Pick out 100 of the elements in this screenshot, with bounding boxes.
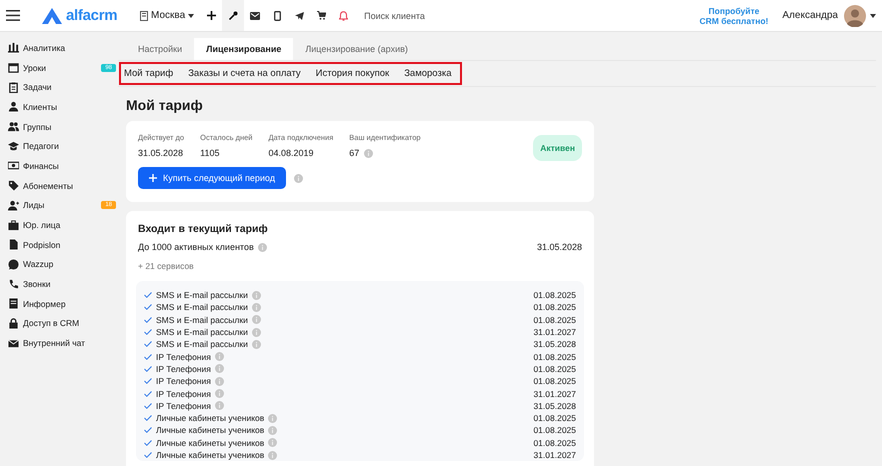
sidebar-item[interactable]: Клиенты: [0, 97, 118, 117]
service-name: IP Телефония: [156, 388, 211, 399]
date-text: 01.08.2025: [533, 364, 576, 374]
service-name: SMS и E-mail рассылки: [156, 314, 248, 325]
info-icon[interactable]: [258, 242, 267, 252]
service-name: Личные кабинеты учеников: [156, 413, 264, 424]
sidebar-item[interactable]: Группы: [0, 116, 118, 136]
tab[interactable]: Лицензирование: [194, 38, 294, 60]
services-count: + 21 сервисов: [138, 261, 195, 271]
plus-icon: [206, 11, 216, 20]
info-icon[interactable]: [268, 450, 278, 460]
field-value: 31.05.2028: [138, 148, 184, 158]
date-text: 31.05.2028: [533, 400, 576, 411]
envelope-icon: [250, 12, 260, 20]
tab[interactable]: Лицензирование (архив): [293, 38, 420, 60]
sidebar-item[interactable]: Финансы: [0, 156, 118, 176]
plus-icon: [149, 174, 157, 182]
info-icon[interactable]: [214, 389, 224, 398]
info-icon[interactable]: [252, 328, 261, 337]
avatar[interactable]: [844, 4, 866, 26]
info-icon[interactable]: [268, 414, 278, 423]
info-icon[interactable]: [214, 401, 224, 410]
info-icon[interactable]: [252, 290, 261, 300]
caret-icon[interactable]: [870, 14, 876, 18]
date-text: 01.08.2025: [533, 413, 576, 424]
info-icon[interactable]: [252, 340, 261, 349]
section-title: Входит в текущий тариф: [138, 223, 269, 235]
users-icon: [8, 121, 19, 132]
service-name: IP Телефония: [156, 400, 211, 411]
clipboard-icon: [8, 82, 19, 93]
service-name: Личные кабинеты учеников: [156, 438, 264, 448]
service-name: SMS и E-mail рассылки: [156, 339, 248, 350]
sidebar-item[interactable]: Внутренний чат: [0, 333, 118, 353]
search-field[interactable]: Поиск клиента: [362, 10, 486, 22]
calendar-icon: [8, 62, 19, 74]
briefcase-icon: [8, 220, 19, 231]
subtab[interactable]: Мой тариф: [124, 68, 174, 79]
branch-selector[interactable]: Москва: [140, 10, 194, 21]
service-name: IP Телефония: [156, 352, 211, 362]
info-icon[interactable]: [268, 426, 278, 435]
sidebar-item[interactable]: Абонементы: [0, 176, 118, 196]
subtab[interactable]: История покупок: [316, 68, 390, 79]
date-text: 01.08.2025: [533, 438, 576, 448]
date-text: 31.01.2027: [533, 450, 576, 460]
field-value: 67: [349, 148, 360, 158]
book-icon: [8, 298, 19, 310]
building-icon: [140, 10, 148, 20]
info-icon[interactable]: [268, 438, 278, 448]
info-icon[interactable]: [252, 315, 261, 324]
date-text: 31.01.2027: [533, 388, 576, 399]
user-icon: [8, 101, 19, 112]
date-text: 01.08.2025: [533, 352, 576, 362]
smartphone-icon: [274, 10, 281, 20]
status-badge: Активен: [533, 135, 582, 161]
bell-icon: [338, 10, 348, 20]
sidebar-item[interactable]: Задачи: [0, 77, 118, 98]
date-text: 01.08.2025: [533, 302, 576, 312]
user-plus-icon: [8, 200, 19, 211]
user-name[interactable]: Александра: [782, 10, 838, 21]
service-name: SMS и E-mail рассылки: [156, 327, 248, 338]
service-name: SMS и E-mail рассылки: [156, 302, 248, 312]
chart-icon: [8, 42, 19, 54]
sidebar-item[interactable]: Аналитика: [0, 38, 118, 58]
date-text: 01.08.2025: [533, 290, 576, 300]
info-icon[interactable]: [252, 302, 261, 312]
info-icon[interactable]: [294, 174, 303, 182]
sidebar-item[interactable]: Доступ в CRM: [0, 314, 118, 334]
date-text: 01.08.2025: [533, 314, 576, 325]
plan-limit: До 1000 активных клиентов: [138, 242, 254, 252]
sidebar-item[interactable]: Педагоги: [0, 136, 118, 156]
service-name: IP Телефония: [156, 376, 211, 386]
sidebar-item[interactable]: Информер: [0, 294, 118, 314]
sidebar-item[interactable]: Звонки: [0, 274, 118, 294]
sidebar-item[interactable]: Wazzup: [0, 254, 118, 274]
date-text: 01.08.2025: [533, 425, 576, 436]
sidebar-item[interactable]: Podpislon: [0, 234, 118, 255]
subtab[interactable]: Заморозка: [404, 68, 452, 79]
date-text: 01.08.2025: [533, 376, 576, 386]
service-name: IP Телефония: [156, 364, 211, 374]
sidebar-item[interactable]: Юр. лица: [0, 215, 118, 235]
menu-icon[interactable]: [6, 10, 20, 21]
buy-button[interactable]: Купить следующий период: [138, 167, 286, 189]
chat-bubble-icon: [8, 258, 19, 270]
banknote-icon: [8, 160, 19, 172]
info-icon[interactable]: [364, 148, 374, 158]
document-icon: [8, 239, 19, 250]
logo-icon: [42, 8, 62, 24]
tab[interactable]: Настройки: [126, 38, 194, 60]
service-name: Личные кабинеты учеников: [156, 450, 264, 460]
info-icon[interactable]: [214, 352, 224, 362]
tag-icon: [8, 180, 19, 192]
info-icon[interactable]: [214, 376, 224, 386]
caret-icon: [188, 14, 194, 18]
phone-icon: [8, 278, 19, 290]
cart-icon: [316, 11, 326, 20]
subtab[interactable]: Заказы и счета на оплату: [188, 68, 301, 79]
date-text: 31.05.2028: [533, 339, 576, 350]
info-icon[interactable]: [214, 364, 224, 374]
settings-button[interactable]: [222, 0, 244, 31]
date-text: 31.01.2027: [533, 327, 576, 338]
